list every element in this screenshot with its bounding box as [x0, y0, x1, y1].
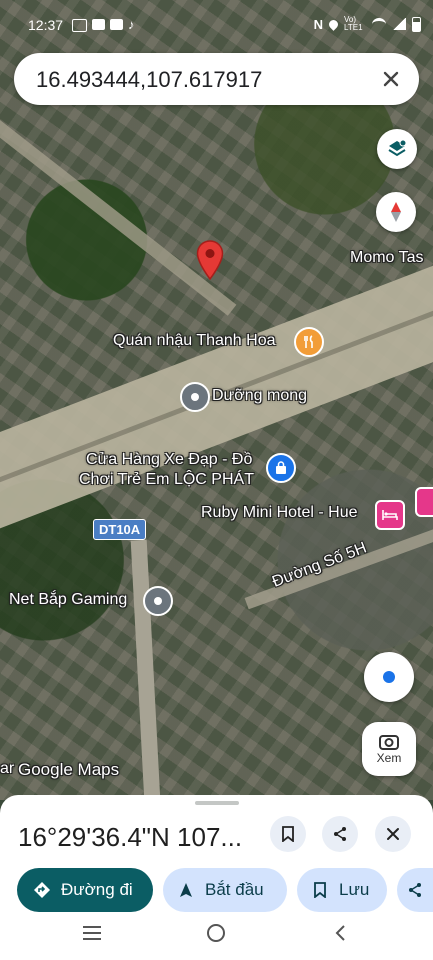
- recents-icon[interactable]: [82, 925, 102, 941]
- google-maps-watermark: Google Maps: [18, 760, 120, 779]
- message-icon: [92, 19, 105, 30]
- search-input[interactable]: [34, 63, 368, 97]
- dropped-pin-icon[interactable]: [196, 240, 224, 280]
- gallery-icon: [72, 19, 87, 32]
- label-cua-hang-line2[interactable]: Chơi Trẻ Em LỘC PHÁT: [79, 471, 254, 489]
- status-bar: 12:37 ♪ N Vo) LTE1: [0, 0, 433, 48]
- network-label: Vo) LTE1: [344, 15, 363, 32]
- label-net-bap[interactable]: Net Bắp Gaming: [9, 591, 127, 609]
- label-quan-nhau[interactable]: Quán nhậu Thanh Hoa: [113, 332, 276, 350]
- close-icon[interactable]: [377, 65, 405, 93]
- signal-icon: [392, 18, 406, 30]
- share-button[interactable]: [322, 816, 358, 852]
- start-button[interactable]: Bắt đầu: [163, 868, 287, 912]
- bottom-sheet[interactable]: 16°29'36.4"N 107... Đường đi Bắt đầu Lưu: [0, 795, 433, 960]
- nfc-icon: N: [313, 16, 323, 32]
- bookmark-icon: [282, 826, 294, 842]
- bookmark-icon: [314, 882, 326, 898]
- lens-button[interactable]: Xem: [362, 722, 416, 776]
- label-duong-mong[interactable]: Dưỡng mong: [212, 387, 307, 405]
- coordinates-title: 16°29'36.4"N 107...: [18, 822, 243, 852]
- label-cua-hang-line1[interactable]: Cửa Hàng Xe Đạp - Đồ: [86, 451, 252, 469]
- close-icon: [387, 828, 399, 840]
- navigation-arrow-icon: [180, 883, 192, 897]
- share-chip-button[interactable]: [397, 868, 433, 912]
- restaurant-icon[interactable]: [294, 327, 324, 357]
- save-bookmark-button[interactable]: [270, 816, 306, 852]
- my-location-icon: [383, 671, 395, 683]
- label-ruby-hotel[interactable]: Ruby Mini Hotel - Hue: [201, 504, 358, 522]
- directions-label: Đường đi: [61, 880, 133, 899]
- hotel-icon-secondary[interactable]: [415, 487, 433, 517]
- location-icon: [327, 17, 340, 31]
- save-button[interactable]: Lưu: [297, 868, 387, 912]
- shopping-bag-icon[interactable]: [266, 453, 296, 483]
- status-time: 12:37: [28, 17, 64, 33]
- battery-icon: [412, 16, 421, 32]
- close-sheet-button[interactable]: [375, 816, 411, 852]
- drag-handle[interactable]: [195, 801, 239, 805]
- road-vertical: [130, 539, 162, 800]
- directions-button[interactable]: Đường đi: [17, 868, 153, 912]
- home-icon[interactable]: [206, 923, 226, 943]
- compass-button[interactable]: [376, 192, 416, 232]
- status-right-icons: N Vo) LTE1: [314, 16, 421, 32]
- start-label: Bắt đầu: [205, 880, 264, 899]
- layers-icon: [388, 139, 407, 157]
- tiktok-icon: ♪: [128, 17, 135, 32]
- message-icon-2: [110, 19, 123, 30]
- save-label: Lưu: [339, 880, 370, 899]
- share-icon: [409, 883, 421, 897]
- my-location-button[interactable]: [364, 652, 414, 702]
- label-left-edge: ar: [0, 760, 15, 777]
- search-bar[interactable]: [14, 53, 419, 105]
- notification-icons: ♪: [72, 17, 135, 32]
- compass-icon: [391, 202, 401, 222]
- wifi-icon: [372, 17, 386, 31]
- share-icon: [334, 827, 346, 841]
- back-icon[interactable]: [334, 924, 346, 942]
- lens-label: Xem: [376, 751, 402, 765]
- place-icon-gaming[interactable]: [143, 586, 173, 616]
- directions-icon: [34, 882, 50, 898]
- camera-lens-icon: [379, 735, 399, 750]
- place-icon[interactable]: [180, 382, 210, 412]
- road-diagonal: [0, 120, 237, 316]
- road-shield-dt10a: DT10A: [93, 519, 147, 540]
- layers-button[interactable]: [377, 129, 417, 169]
- hotel-icon[interactable]: [375, 500, 405, 530]
- label-momo[interactable]: Momo Tas: [350, 249, 424, 267]
